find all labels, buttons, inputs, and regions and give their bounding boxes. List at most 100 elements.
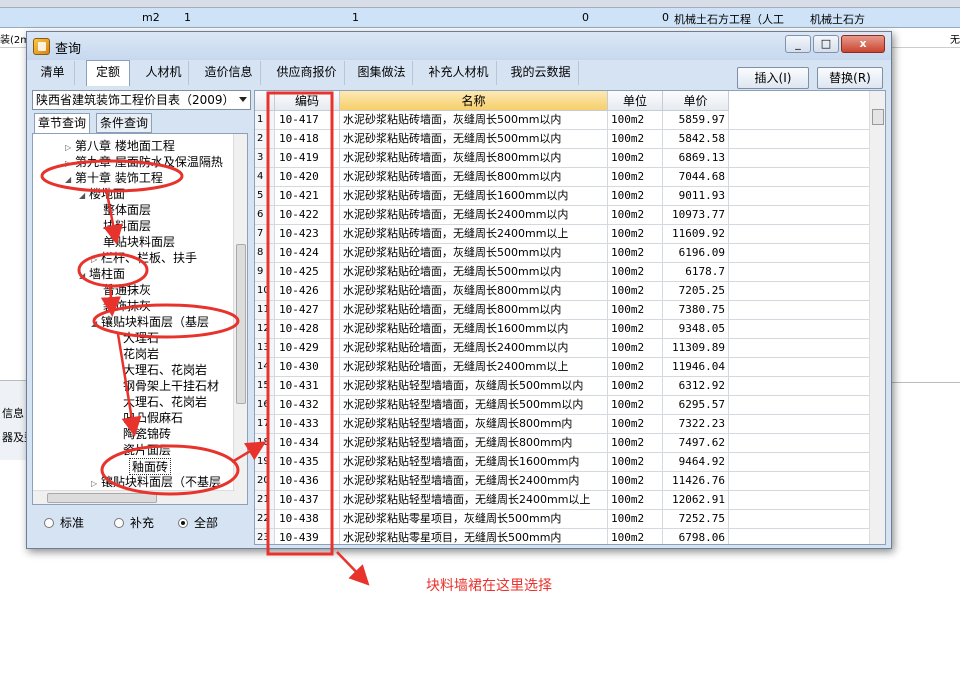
tree-node[interactable]: 大理石、花岗岩 (123, 394, 207, 411)
column-header-price[interactable]: 单价 (663, 91, 729, 111)
column-header-name[interactable]: 名称 (340, 91, 608, 111)
collapse-triangle-icon[interactable]: ◢ (79, 187, 89, 204)
table-row[interactable]: 3 10-419 水泥砂浆粘贴砖墙面，灰缝周长800mm以内 100m2 6869.13 (255, 149, 871, 168)
tree-node[interactable]: 块料面层 (103, 218, 151, 235)
tab-supplier-quote[interactable]: 供应商报价 (269, 61, 345, 85)
tree-node-selected[interactable]: 釉面砖 (129, 458, 172, 475)
column-header-code[interactable]: 编码 (275, 91, 340, 111)
radio-supplement[interactable]: 补充 (114, 514, 154, 531)
column-header-unit[interactable]: 单位 (608, 91, 663, 111)
tree-node[interactable]: 单贴块料面层 (103, 234, 175, 251)
collapse-triangle-icon[interactable]: ◢ (65, 171, 75, 188)
table-row[interactable]: 5 10-421 水泥砂浆粘贴砖墙面，无缝周长1600mm以内 100m2 9011.9… (255, 187, 871, 206)
table-row[interactable]: 13 10-429 水泥砂浆粘贴砼墙面，无缝周长2400mm以内 100m2 11309… (255, 339, 871, 358)
tree-node[interactable]: 普通抹灰 (103, 282, 151, 299)
cell-index: 10 (255, 282, 275, 300)
dialog-titlebar[interactable]: 查询 _ □ x (27, 32, 891, 60)
tree-node[interactable]: 凹凸假麻石 (123, 410, 183, 427)
scroll-thumb[interactable] (47, 493, 157, 503)
tab-dinge[interactable]: 定额 (86, 60, 130, 86)
app-logo-icon (33, 38, 50, 55)
radio-standard[interactable]: 标准 (44, 514, 84, 531)
insert-button[interactable]: 插入(I) (737, 67, 809, 89)
table-row[interactable]: 1 10-417 水泥砂浆粘贴砖墙面，灰缝周长500mm以内 100m2 5859.97 (255, 111, 871, 130)
radio-checked-icon[interactable] (178, 518, 188, 528)
tree-node[interactable]: 花岗岩 (123, 346, 159, 363)
table-row[interactable]: 16 10-432 水泥砂浆粘贴轻型墙墙面，无缝周长500mm以内 100m2 6295… (255, 396, 871, 415)
tree-vertical-scrollbar[interactable] (233, 134, 247, 504)
table-row[interactable]: 4 10-420 水泥砂浆粘贴砖墙面，无缝周长800mm以内 100m2 7044.68 (255, 168, 871, 187)
tree-node[interactable]: ▷ 第八章 楼地面工程 (65, 138, 175, 155)
tab-rencaiji[interactable]: 人材机 (139, 61, 189, 85)
chapter-tree[interactable]: ▷ 第八章 楼地面工程 ▷ 第九章 屋面防水及保温隔热 ◢ 第十章 装饰工程 ◢ 楼地面… (32, 133, 248, 505)
cell-price: 6312.92 (663, 377, 729, 395)
tab-cloud-data[interactable]: 我的云数据 (503, 61, 579, 85)
radio-circle-icon[interactable] (44, 518, 54, 528)
tree-node[interactable]: 大理石 (123, 330, 159, 347)
table-row[interactable]: 6 10-422 水泥砂浆粘贴砖墙面，无缝周长2400mm以内 100m2 10973.… (255, 206, 871, 225)
tree-node[interactable]: 瓷片面层 (123, 442, 171, 459)
scroll-thumb[interactable] (236, 244, 246, 404)
cell-code: 10-431 (275, 377, 340, 395)
cell-price: 7322.23 (663, 415, 729, 433)
tree-node[interactable]: ◢ 第十章 装饰工程 (65, 170, 163, 187)
maximize-button[interactable]: □ (813, 35, 839, 53)
tree-node[interactable]: ◢ 楼地面 (79, 186, 125, 203)
table-row[interactable]: 7 10-423 水泥砂浆粘贴砖墙面，无缝周长2400mm以上 100m2 11609.… (255, 225, 871, 244)
close-button[interactable]: x (841, 35, 885, 53)
tree-node[interactable]: ◢ 墙柱面 (79, 266, 125, 283)
cell-unit: 100m2 (608, 111, 663, 129)
table-row[interactable]: 22 10-438 水泥砂浆粘贴零星项目，灰缝周长500mm内 100m2 7252.7… (255, 510, 871, 529)
tab-chapter-query[interactable]: 章节查询 (34, 113, 91, 134)
cell-code: 10-430 (275, 358, 340, 376)
tree-node[interactable]: ◢ 镶贴块料面层（基层 (91, 314, 209, 331)
table-row[interactable]: 12 10-428 水泥砂浆粘贴砼墙面，无缝周长1600mm以内 100m2 9348.… (255, 320, 871, 339)
tree-node[interactable]: ▷ 第九章 屋面防水及保温隔热 (65, 154, 223, 171)
tab-condition-query[interactable]: 条件查询 (96, 113, 153, 133)
minimize-button[interactable]: _ (785, 35, 811, 53)
replace-button[interactable]: 替换(R) (817, 67, 883, 89)
table-row[interactable]: 23 10-439 水泥砂浆粘贴零星项目，无缝周长500mm内 100m2 6798.0… (255, 529, 871, 544)
tree-node[interactable]: 整体面层 (103, 202, 151, 219)
tree-node[interactable]: 大理石、花岗岩 (123, 362, 207, 379)
chevron-down-icon[interactable] (239, 97, 247, 102)
table-row[interactable]: 9 10-425 水泥砂浆粘贴砼墙面，无缝周长500mm以内 100m2 6178.7 (255, 263, 871, 282)
table-row[interactable]: 10 10-426 水泥砂浆粘贴砼墙面，灰缝周长800mm以内 100m2 7205.2… (255, 282, 871, 301)
collapse-triangle-icon[interactable]: ◢ (91, 315, 101, 332)
library-select[interactable]: 陕西省建筑装饰工程价目表（2009） (32, 90, 251, 110)
cell-unit: 100m2 (608, 396, 663, 414)
quota-table[interactable]: 编码 名称 单位 单价 1 10-417 水泥砂浆粘贴砖墙面，灰缝周长500mm以内… (254, 90, 886, 545)
table-row[interactable]: 14 10-430 水泥砂浆粘贴砼墙面，无缝周长2400mm以上 100m2 11946… (255, 358, 871, 377)
tree-node[interactable]: 装饰抹灰 (103, 298, 151, 315)
collapse-triangle-icon[interactable]: ◢ (79, 267, 89, 284)
cell-code: 10-423 (275, 225, 340, 243)
tab-zaojia-info[interactable]: 造价信息 (197, 61, 261, 85)
tree-horizontal-scrollbar[interactable] (33, 490, 235, 504)
tree-node[interactable]: ▷ 栏杆、栏板、扶手 (91, 250, 197, 267)
table-row[interactable]: 11 10-427 水泥砂浆粘贴砼墙面，无缝周长800mm以内 100m2 7380.7… (255, 301, 871, 320)
table-vertical-scrollbar[interactable] (869, 91, 885, 544)
table-row[interactable]: 17 10-433 水泥砂浆粘贴轻型墙墙面，灰缝周长800mm内 100m2 7322.… (255, 415, 871, 434)
scroll-thumb[interactable] (872, 109, 884, 125)
tree-node[interactable]: ▷ 镶贴块料面层（不基层 (91, 474, 221, 491)
cell-price: 7380.75 (663, 301, 729, 319)
table-row[interactable]: 2 10-418 水泥砂浆粘贴砖墙面，无缝周长500mm以内 100m2 5842.58 (255, 130, 871, 149)
background-row[interactable]: m2 1 1 0 0 机械土石方工程（人工 机械土石方 (0, 8, 960, 28)
tree-node[interactable]: 钢骨架上干挂石材 (123, 378, 219, 395)
table-row[interactable]: 21 10-437 水泥砂浆粘贴轻型墙墙面，无缝周长2400mm以上 100m2 120… (255, 491, 871, 510)
radio-all[interactable]: 全部 (178, 514, 218, 531)
cell-price: 12062.91 (663, 491, 729, 509)
cell-unit: 100m2 (608, 529, 663, 544)
tab-supplement[interactable]: 补充人材机 (421, 61, 497, 85)
cell-name: 水泥砂浆粘贴砼墙面，灰缝周长800mm以内 (340, 282, 608, 300)
radio-circle-icon[interactable] (114, 518, 124, 528)
tab-qingdan[interactable]: 清单 (31, 61, 75, 85)
table-row[interactable]: 20 10-436 水泥砂浆粘贴轻型墙墙面，无缝周长2400mm内 100m2 1142… (255, 472, 871, 491)
tab-atlas[interactable]: 图集做法 (351, 61, 413, 85)
table-row[interactable]: 19 10-435 水泥砂浆粘贴轻型墙墙面，无缝周长1600mm内 100m2 9464… (255, 453, 871, 472)
table-row[interactable]: 15 10-431 水泥砂浆粘贴轻型墙墙面，灰缝周长500mm以内 100m2 6312… (255, 377, 871, 396)
table-row[interactable]: 18 10-434 水泥砂浆粘贴轻型墙墙面，无缝周长800mm内 100m2 7497.… (255, 434, 871, 453)
query-dialog: 查询 _ □ x 清单 定额 人材机 造价信息 供应商报价 图集做法 补充人材机… (26, 31, 892, 549)
table-row[interactable]: 8 10-424 水泥砂浆粘贴砼墙面，灰缝周长500mm以内 100m2 6196.09 (255, 244, 871, 263)
tree-node[interactable]: 陶瓷锦砖 (123, 426, 171, 443)
